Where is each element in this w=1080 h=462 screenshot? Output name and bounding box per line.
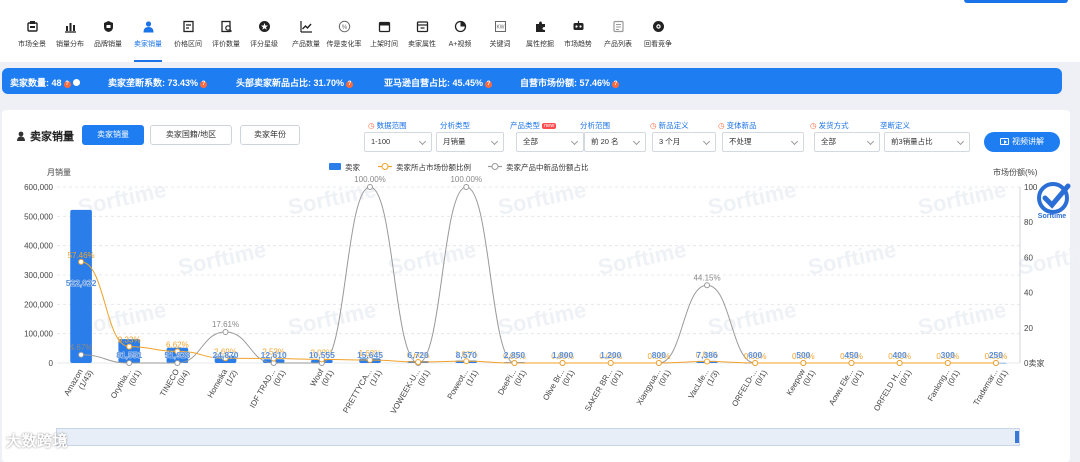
bar-chart-icon	[64, 23, 76, 33]
help-icon[interactable]: ?	[612, 81, 620, 88]
star-icon	[258, 21, 270, 32]
svg-text:KW: KW	[496, 25, 504, 31]
puzzle-icon	[535, 21, 545, 32]
nav-item-6[interactable]: 评分星级	[246, 20, 282, 49]
stat-label: 头部卖家新品占比:	[236, 78, 311, 88]
shield-icon	[103, 21, 113, 32]
stat-head-new: 头部卖家新品占比: 31.70%?	[236, 76, 354, 89]
filter-label-variant: ◷ 变体新品	[718, 120, 757, 131]
stat-self-share: 自营市场份额: 57.46%?	[520, 76, 620, 89]
filter-label-monodef: 垄断定义	[880, 121, 910, 130]
clock-icon: ◷	[368, 121, 375, 130]
section-title-text: 卖家销量	[30, 131, 74, 143]
tab-seller-year[interactable]: 卖家年份	[240, 125, 300, 145]
scroll-handle[interactable]	[1015, 431, 1019, 443]
filter-select-variant[interactable]: 不处理	[722, 132, 804, 152]
filter-select-scope[interactable]: 前 20 名	[584, 132, 646, 152]
tab-seller-sales[interactable]: 卖家销量	[82, 125, 144, 145]
data-zoom-scrollbar[interactable]	[56, 428, 1020, 446]
nav-item-16[interactable]: 回看竞争	[640, 20, 676, 49]
filter-select-ship[interactable]: 全部	[814, 132, 880, 152]
stat-value: 73.43%	[167, 78, 199, 88]
stat-label: 自营市场份额:	[520, 78, 577, 88]
top-nav: 市场全景 销量分布 品牌销量 卖家销量 价格区间 评价数量 评分星级 产品数量% 传是变化率 上架…	[0, 0, 1080, 62]
stat-value: 48	[51, 78, 62, 88]
bottom-logo-text: 大数跨境	[6, 433, 69, 450]
filter-label-text: 数据范围	[376, 121, 407, 130]
badge-text: Sorftime	[1038, 213, 1067, 220]
keyword-icon: KW	[494, 21, 506, 32]
svg-text:%: %	[341, 25, 347, 31]
stat-label: 卖家数量:	[10, 78, 49, 88]
trend-icon	[299, 21, 312, 33]
person-icon	[17, 131, 25, 141]
tab-seller-country[interactable]: 卖家国籍/地区	[150, 125, 232, 145]
filter-select-product[interactable]: 全部	[516, 132, 584, 152]
help-icon[interactable]: ?	[346, 81, 354, 88]
market-icon	[26, 21, 38, 32]
bottom-logo: 大数跨境	[6, 430, 68, 451]
filter-select-type[interactable]: 月销量	[436, 132, 504, 152]
filter-label-text: 新品定义	[658, 121, 689, 130]
stat-amazon-self: 亚马逊自营占比: 45.45%?	[384, 76, 493, 89]
help-icon[interactable]: ?	[63, 81, 71, 88]
percent-icon: %	[338, 20, 350, 33]
help-icon[interactable]: ?	[200, 81, 208, 88]
stat-seller-count: 卖家数量: 48?	[10, 76, 80, 89]
filter-label-scope: 分析范围	[580, 121, 610, 130]
help-icon[interactable]: ?	[485, 81, 493, 88]
filter-select-range[interactable]: 1-100	[364, 132, 432, 152]
seller-icon	[143, 21, 153, 33]
stat-value: 31.70%	[313, 78, 345, 88]
filter-label-range: ◷ 数据范围	[368, 120, 407, 131]
compete-icon	[652, 21, 664, 32]
list-icon	[612, 20, 624, 33]
filter-label-text: 变体新品	[726, 121, 757, 130]
filter-label-newdef: ◷ 新品定义	[650, 120, 689, 131]
stat-label: 卖家垄断系数:	[108, 78, 165, 88]
filter-label-product: 产品类型 new	[510, 120, 557, 131]
brand-badge-logo: Sorftime	[1037, 182, 1071, 220]
stats-bar: 卖家数量: 48? 卖家垄断系数: 73.43%? 头部卖家新品占比: 31.7…	[2, 68, 1062, 94]
section-title: 卖家销量	[16, 128, 74, 144]
stat-value: 45.45%	[452, 78, 484, 88]
filter-select-newdef[interactable]: 3 个月	[652, 132, 716, 152]
video-button-label: 视频讲解	[1012, 137, 1044, 146]
video-play-icon	[1000, 138, 1009, 145]
robot-icon	[573, 21, 583, 30]
review-icon	[220, 20, 232, 33]
chart-panel: 卖家销量 卖家销量 卖家国籍/地区 卖家年份 ◷ 数据范围 1-100 分析类型…	[2, 110, 1070, 462]
clock-icon: ◷	[810, 121, 817, 130]
clock-icon: ◷	[718, 121, 725, 130]
new-badge: new	[542, 123, 557, 129]
stat-value: 57.46%	[579, 78, 611, 88]
filter-label-ship: ◷ 发货方式	[810, 120, 849, 131]
filter-select-monodef[interactable]: 前3销量占比	[884, 132, 970, 152]
nav-item-label: 回看竞争	[644, 41, 672, 48]
filter-label-text: 产品类型	[510, 121, 540, 130]
filter-label-type: 分析类型	[440, 121, 470, 130]
video-explain-button[interactable]: 视频讲解	[984, 132, 1060, 152]
price-icon	[182, 20, 194, 33]
toggle-dot-icon[interactable]	[72, 79, 80, 86]
corner-button[interactable]	[964, 0, 1068, 3]
pie-icon	[454, 20, 466, 33]
stat-monopoly: 卖家垄断系数: 73.43%?	[108, 76, 208, 89]
calendar-icon	[378, 21, 390, 33]
seller-attr-icon	[416, 21, 428, 33]
stat-label: 亚马逊自营占比:	[384, 78, 450, 88]
clock-icon: ◷	[650, 121, 657, 130]
filter-label-text: 发货方式	[818, 121, 849, 130]
